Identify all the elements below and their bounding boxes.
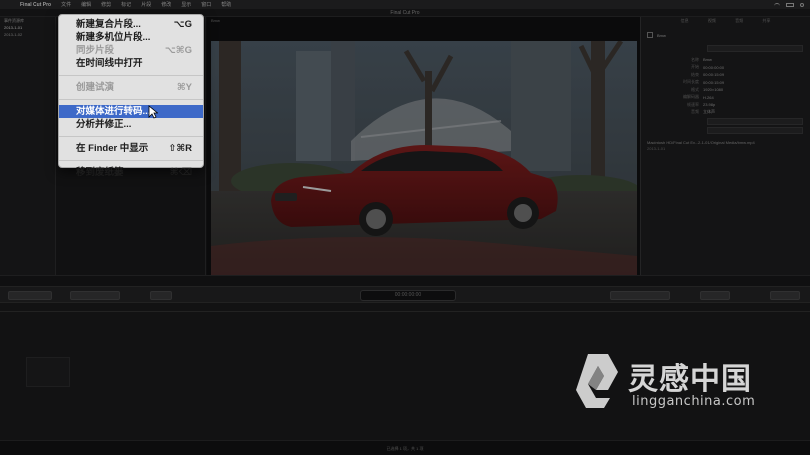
shortcut: ⌥⌘G xyxy=(164,45,192,56)
tab-share[interactable]: 共享 xyxy=(762,18,770,24)
clip-icon xyxy=(647,32,653,38)
menu-separator xyxy=(59,75,203,76)
context-menu: 新建复合片段... ⌥G 新建多机位片段... 同步片段 ⌥⌘G 在时间线中打开 创… xyxy=(58,14,204,178)
shortcut: ⇧⌘R xyxy=(168,143,192,154)
menu-separator xyxy=(59,136,203,137)
timeline-ruler[interactable] xyxy=(0,303,810,312)
main-toolbar: 00:00:00:00 xyxy=(0,286,810,303)
car-video-frame xyxy=(211,41,637,275)
status-bar: 已选择 1 项，共 1 项 xyxy=(0,440,810,455)
tab-info[interactable]: 信息 xyxy=(681,18,689,24)
inspector-event: 2013-1-01 xyxy=(647,146,666,151)
menu-item-open-in-timeline[interactable]: 在时间线中打开 xyxy=(59,57,203,70)
menu-mark[interactable]: 标记 xyxy=(121,1,131,8)
watermark: 灵感中国 lingganchina.com xyxy=(570,350,810,420)
menu-bar: Final Cut Pro 文件 编辑 修剪 标记 片段 修改 显示 窗口 帮助 xyxy=(0,0,810,9)
shortcut: ⌥G xyxy=(173,19,192,30)
menu-edit[interactable]: 编辑 xyxy=(81,1,91,8)
inspector-notes-field[interactable] xyxy=(707,118,803,125)
menu-modify[interactable]: 修改 xyxy=(161,1,171,8)
watermark-title: 灵感中国 xyxy=(628,362,752,397)
meta-row: 帧速率 23.98p xyxy=(687,101,716,108)
meta-row: 开始 00:00:00:00 xyxy=(691,64,725,70)
timecode-display[interactable]: 00:00:00:00 xyxy=(360,290,456,301)
inspector-clip-name: Bmw xyxy=(657,32,666,38)
meta-row: 格式 1920×1080 xyxy=(691,86,724,93)
menu-item-create-audition: 创建试演 ⌘Y xyxy=(76,82,192,93)
menu-item-reveal-in-finder[interactable]: 在 Finder 中显示 ⇧⌘R xyxy=(59,142,203,155)
event-library: 事件资源库 2013-1-01 2013-1-02 xyxy=(0,17,56,275)
menu-separator xyxy=(59,99,203,100)
meta-row: 时间长度 00:00:15:09 xyxy=(683,79,725,85)
menu-trim[interactable]: 修剪 xyxy=(101,1,111,8)
menu-view[interactable]: 显示 xyxy=(181,1,191,8)
viewer-clip-name: Bmw xyxy=(211,18,220,23)
edit-tools[interactable] xyxy=(70,291,120,300)
meta-row: 结束 00:00:15:09 xyxy=(691,71,725,78)
watermark-url: lingganchina.com xyxy=(632,394,756,409)
status-text: 已选择 1 项，共 1 项 xyxy=(386,446,424,451)
mouse-cursor-icon xyxy=(148,105,158,119)
transitions-button[interactable] xyxy=(700,291,730,300)
menu-item-new-multicam-clip[interactable]: 新建多机位片段... xyxy=(59,31,203,44)
viewer-frame[interactable] xyxy=(211,41,637,275)
menu-item-sync-clips: 同步片段 ⌥⌘G xyxy=(76,45,192,56)
inspector-keywords-field[interactable] xyxy=(707,127,803,134)
menu-app-name[interactable]: Final Cut Pro xyxy=(20,2,51,8)
browser-footer xyxy=(0,275,810,286)
menu-window[interactable]: 窗口 xyxy=(201,1,211,8)
menu-separator xyxy=(59,160,203,161)
battery-icon[interactable] xyxy=(786,2,794,7)
spotlight-icon[interactable] xyxy=(800,2,804,7)
menu-item-move-to-trash[interactable]: 移到废纸篓 ⌘⌫ xyxy=(59,166,203,179)
meta-row: 编解码器 H.264 xyxy=(683,94,714,100)
shortcut: ⌘Y xyxy=(176,82,192,93)
library-event[interactable]: 2013-1-02 xyxy=(0,31,55,38)
effects-tools[interactable] xyxy=(610,291,670,300)
watermark-logo-icon xyxy=(576,354,618,408)
tab-video[interactable]: 视频 xyxy=(708,18,716,24)
menu-file[interactable]: 文件 xyxy=(61,1,71,8)
import-button[interactable] xyxy=(8,291,52,300)
inspector: 信息 视频 音频 共享 Bmw 名称 Bmw 开始 00:00:00:00 结束 00… xyxy=(640,17,810,275)
menu-clip[interactable]: 片段 xyxy=(141,1,151,8)
inspector-name-field[interactable] xyxy=(707,45,803,52)
meta-row: 名称 Bmw xyxy=(691,56,712,63)
menu-item-new-compound-clip[interactable]: 新建复合片段... ⌥G xyxy=(59,18,203,31)
inspector-header: Bmw xyxy=(647,28,804,42)
meta-row: 音频 立体声 xyxy=(691,109,715,115)
inspector-tabs: 信息 视频 音频 共享 xyxy=(641,17,810,25)
select-tool[interactable] xyxy=(150,291,172,300)
menu-item-analyze-and-fix[interactable]: 分析并修正... xyxy=(59,118,203,131)
library-header: 事件资源库 xyxy=(4,18,24,23)
wifi-icon[interactable] xyxy=(774,2,780,7)
timeline-clip[interactable] xyxy=(26,357,70,387)
tab-audio[interactable]: 音频 xyxy=(735,18,743,24)
browser-toggle[interactable] xyxy=(770,291,800,300)
menu-item-transcode-media[interactable]: 对媒体进行转码... xyxy=(59,105,203,118)
library-event[interactable]: 2013-1-01 xyxy=(0,24,55,31)
shortcut: ⌘⌫ xyxy=(169,167,192,178)
viewer: Bmw xyxy=(207,17,640,275)
menu-help[interactable]: 帮助 xyxy=(221,1,231,8)
